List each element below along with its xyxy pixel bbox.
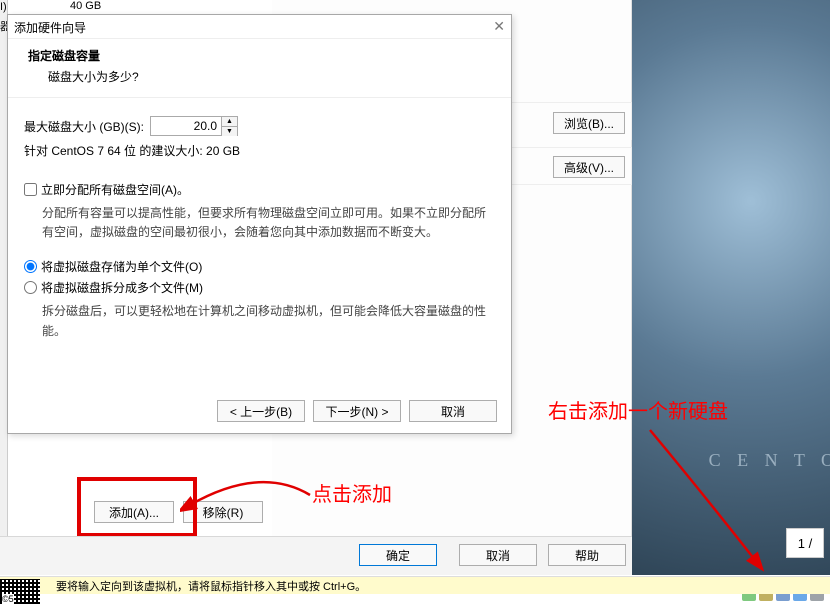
max-disk-input[interactable]	[151, 117, 221, 135]
wizard-back-button[interactable]: < 上一步(B)	[217, 400, 305, 422]
ok-button[interactable]: 确定	[359, 544, 437, 566]
settings-bottom-bar	[0, 536, 632, 575]
wizard-cancel-button[interactable]: 取消	[409, 400, 497, 422]
pager-box[interactable]: 1 /	[786, 528, 824, 558]
add-hardware-wizard: 添加硬件向导 ✕ 指定磁盘容量 磁盘大小为多少? 最大磁盘大小 (GB)(S):…	[7, 14, 512, 434]
vm-status-bar: 要将输入定向到该虚拟机，请将鼠标指针移入其中或按 Ctrl+G。	[0, 576, 830, 594]
wizard-titlebar[interactable]: 添加硬件向导 ✕	[8, 15, 511, 39]
multi-file-radio[interactable]	[24, 281, 37, 294]
spinner-up-icon[interactable]: ▲	[222, 117, 237, 127]
spinner-down-icon[interactable]: ▼	[222, 127, 237, 136]
advanced-button[interactable]: 高级(V)...	[553, 156, 625, 178]
allocate-now-text: 立即分配所有磁盘空间(A)。	[41, 181, 189, 198]
annotation-click-add: 点击添加	[312, 478, 392, 507]
guest-desktop-wallpaper: C E N T O	[632, 0, 830, 575]
single-file-radio[interactable]	[24, 260, 37, 273]
multi-file-desc: 拆分磁盘后，可以更轻松地在计算机之间移动虚拟机，但可能会降低大容量磁盘的性能。	[42, 302, 495, 340]
centos-logo-text: C E N T O	[709, 450, 830, 471]
allocate-now-label[interactable]: 立即分配所有磁盘空间(A)。	[24, 181, 495, 198]
multi-file-text: 将虚拟磁盘拆分成多个文件(M)	[41, 279, 203, 296]
allocate-now-desc: 分配所有容量可以提高性能，但要求所有物理磁盘空间立即可用。如果不立即分配所有空间…	[42, 204, 495, 242]
single-file-label[interactable]: 将虚拟磁盘存储为单个文件(O)	[24, 258, 495, 275]
close-icon[interactable]: ✕	[493, 18, 505, 35]
wizard-next-button[interactable]: 下一步(N) >	[313, 400, 401, 422]
wizard-title: 添加硬件向导	[14, 19, 86, 36]
max-disk-spinner[interactable]: ▲ ▼	[150, 116, 238, 136]
annotation-right-click: 右击添加一个新硬盘	[548, 395, 728, 424]
device-size-cell: 40 GB	[70, 0, 101, 12]
help-button[interactable]: 帮助	[548, 544, 626, 566]
wizard-subheading: 磁盘大小为多少?	[28, 64, 491, 85]
wizard-header: 指定磁盘容量 磁盘大小为多少?	[8, 39, 511, 98]
wizard-footer: < 上一步(B) 下一步(N) > 取消	[8, 389, 511, 433]
left-label-1: I)	[0, 1, 7, 13]
allocate-now-checkbox[interactable]	[24, 183, 37, 196]
max-disk-label: 最大磁盘大小 (GB)(S):	[24, 118, 144, 135]
cancel-settings-button[interactable]: 取消	[459, 544, 537, 566]
browse-button[interactable]: 浏览(B)...	[553, 112, 625, 134]
recommended-size-text: 针对 CentOS 7 64 位 的建议大小: 20 GB	[24, 142, 495, 159]
wizard-heading: 指定磁盘容量	[28, 47, 491, 64]
wizard-body: 最大磁盘大小 (GB)(S): ▲ ▼ 针对 CentOS 7 64 位 的建议…	[8, 98, 511, 359]
remove-hardware-button[interactable]: 移除(R)	[183, 501, 263, 523]
multi-file-label[interactable]: 将虚拟磁盘拆分成多个文件(M)	[24, 279, 495, 296]
add-hardware-button[interactable]: 添加(A)...	[94, 501, 174, 523]
single-file-text: 将虚拟磁盘存储为单个文件(O)	[41, 258, 202, 275]
watermark-label: ©5	[2, 594, 14, 604]
